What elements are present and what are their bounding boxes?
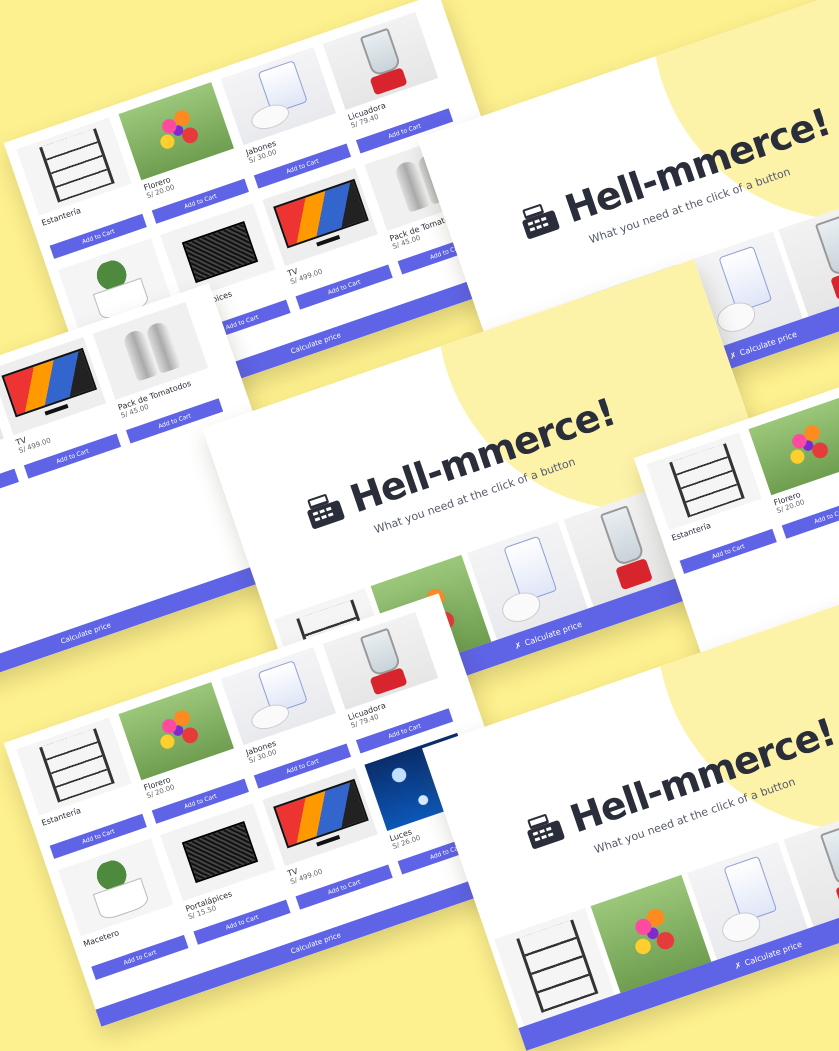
- calculator-icon: ✗: [728, 349, 738, 361]
- cash-register-icon: [307, 494, 345, 529]
- cash-register-icon: [522, 204, 560, 239]
- calculator-icon: ✗: [513, 639, 523, 651]
- add-to-cart-button[interactable]: Add to Cart: [0, 468, 19, 514]
- product-grid: Add to Cart LicuadoraS/ 79.40Add to Cart…: [0, 301, 224, 553]
- calculator-icon: ✗: [733, 959, 743, 971]
- cash-register-icon: [527, 814, 565, 849]
- product-grid: Estantería Add to Cart Florero S/ 20.00 Add…: [16, 611, 496, 984]
